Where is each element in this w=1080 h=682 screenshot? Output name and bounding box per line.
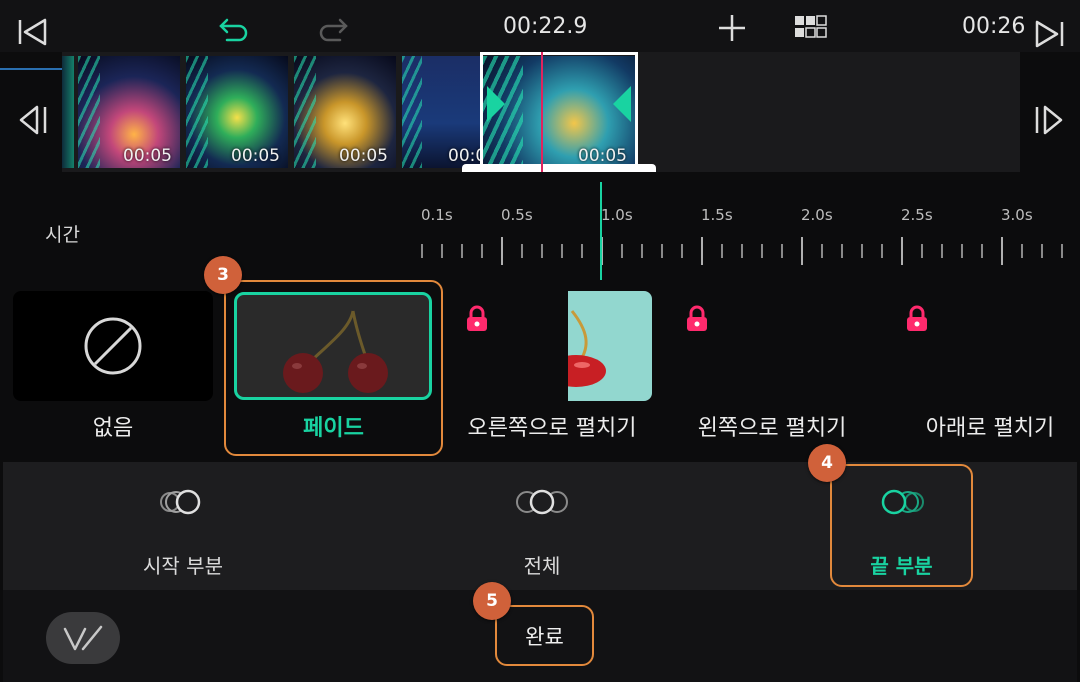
transition-wipe-down-thumb[interactable] <box>892 291 1080 401</box>
annotation-badge-3: 3 <box>204 256 242 294</box>
transition-wipe-left-thumb[interactable] <box>672 291 872 401</box>
top-toolbar: 00:22.9 00:26 <box>0 0 1080 52</box>
skip-to-start-icon[interactable] <box>14 14 50 50</box>
previous-frame-icon[interactable] <box>14 102 50 138</box>
transition-full-icon <box>516 489 568 515</box>
transition-marker <box>78 56 100 168</box>
tick-label: 3.0s <box>1001 206 1033 224</box>
cherry-image <box>283 310 388 393</box>
lock-icon <box>687 305 707 331</box>
annotation-badge-4: 4 <box>808 444 846 482</box>
total-time: 00:26 <box>962 14 1026 39</box>
transition-label-none: 없음 <box>92 416 134 441</box>
cherry-preview <box>568 291 652 401</box>
duration-ruler-area <box>0 172 1080 282</box>
selection-base <box>462 164 656 172</box>
duration-playhead[interactable] <box>600 182 602 280</box>
none-icon <box>84 317 142 375</box>
timeline-clip[interactable]: 00:0 <box>402 56 480 168</box>
tick-label: 0.1s <box>421 206 453 224</box>
transition-none-thumb[interactable] <box>13 291 213 401</box>
mode-end-label: 끝 부분 <box>870 554 933 578</box>
clip-duration: 00:05 <box>339 146 388 166</box>
tick-label: 1.0s <box>601 206 633 224</box>
mode-start-label: 시작 부분 <box>143 554 223 578</box>
skip-to-end-icon[interactable] <box>1032 16 1068 52</box>
annotation-badge-5: 5 <box>473 582 511 620</box>
transition-start-icon <box>160 489 201 515</box>
lock-icon <box>467 305 487 331</box>
undo-icon[interactable] <box>216 10 252 46</box>
clip-duration: 00:05 <box>231 146 280 166</box>
current-time: 00:22.9 <box>503 14 588 39</box>
transition-end-icon <box>881 489 924 515</box>
timeline-clip-partial[interactable] <box>62 56 74 168</box>
transition-label-wipe-right: 오른쪽으로 펼치기 <box>467 416 637 441</box>
transition-marker <box>294 56 316 168</box>
clip-duration: 00:05 <box>123 146 172 166</box>
duration-label: 시간 <box>45 224 80 246</box>
clip-duration: 00:0 <box>448 146 480 166</box>
transition-fade-thumb[interactable] <box>234 292 432 400</box>
transition-marker <box>186 56 208 168</box>
timeline-clip[interactable]: 00:05 <box>78 56 180 168</box>
add-icon[interactable] <box>714 10 750 46</box>
transition-label-fade: 페이드 <box>303 416 364 441</box>
tick-label: 2.0s <box>801 206 833 224</box>
selected-clip-frame <box>480 52 638 170</box>
grid-icon[interactable] <box>794 14 828 40</box>
timeline-clip[interactable]: 00:05 <box>186 56 288 168</box>
tick-label: 1.5s <box>701 206 733 224</box>
watermark-button[interactable] <box>46 612 120 664</box>
tick-label: 2.5s <box>901 206 933 224</box>
mode-full-label: 전체 <box>523 554 561 578</box>
lock-icon <box>907 305 927 331</box>
done-button[interactable]: 완료 <box>497 607 592 664</box>
transition-marker <box>402 56 422 168</box>
tick-label: 0.5s <box>501 206 533 224</box>
redo-icon[interactable] <box>315 10 351 46</box>
transition-wipe-right-thumb[interactable] <box>452 291 652 401</box>
next-frame-icon[interactable] <box>1032 102 1068 138</box>
transition-label-wipe-left: 왼쪽으로 펼치기 <box>697 416 847 441</box>
track-indicator-line <box>0 68 62 70</box>
logo-icon <box>63 625 103 651</box>
transition-label-wipe-down: 아래로 펼치기 <box>925 416 1055 441</box>
timeline-playhead[interactable] <box>541 52 543 172</box>
timeline-clip[interactable]: 00:05 <box>294 56 396 168</box>
